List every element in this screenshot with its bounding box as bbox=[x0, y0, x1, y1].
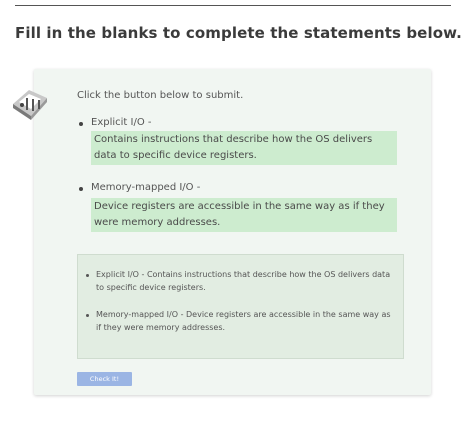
check-it-button[interactable]: Check It! bbox=[77, 372, 132, 386]
answer-blank-memory-mapped-io[interactable]: Device registers are accessible in the s… bbox=[91, 198, 397, 232]
instruction-text: Click the button below to submit. bbox=[77, 90, 244, 101]
bullet-dot bbox=[79, 122, 83, 126]
answer-summary-box: Explicit I/O - Contains instructions tha… bbox=[77, 254, 404, 359]
top-divider bbox=[15, 5, 451, 6]
answer-blank-explicit-io[interactable]: Contains instructions that describe how … bbox=[91, 131, 397, 165]
robot-avatar-icon bbox=[13, 90, 47, 120]
bullet-dot bbox=[86, 274, 89, 277]
bullet-dot bbox=[79, 187, 83, 191]
bullet-dot bbox=[86, 314, 89, 317]
summary-item: Explicit I/O - Contains instructions tha… bbox=[96, 270, 391, 292]
term-explicit-io: Explicit I/O - bbox=[91, 117, 152, 128]
term-memory-mapped-io: Memory-mapped I/O - bbox=[91, 182, 201, 193]
summary-item: Memory-mapped I/O - Device registers are… bbox=[96, 310, 391, 332]
page-title: Fill in the blanks to complete the state… bbox=[15, 24, 462, 42]
